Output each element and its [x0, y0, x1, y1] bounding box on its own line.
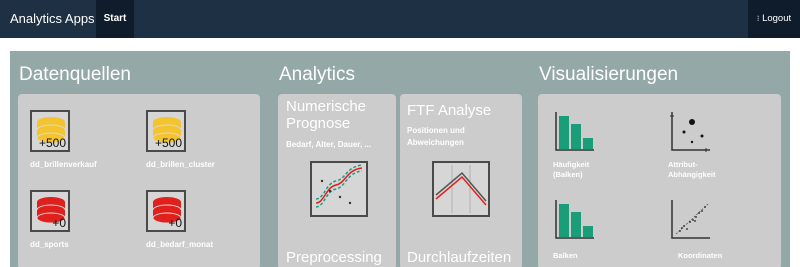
visualization-label[interactable]: Koordinaten	[678, 251, 738, 261]
analytics-card-prognose[interactable]: Numerische Prognose Bedarf, Alter, Dauer…	[278, 94, 396, 267]
logout-label: Logout	[762, 13, 792, 24]
datasource-badge: +500	[38, 136, 66, 150]
top-navbar: Analytics Apps Start ⁝ Logout	[0, 0, 800, 38]
bar-chart-icon[interactable]	[554, 198, 596, 240]
tab-start[interactable]: Start	[96, 0, 134, 38]
visualization-label[interactable]: Attribut-Abhängigkeit	[668, 160, 728, 180]
datasource-label[interactable]: dd_brillenverkauf	[30, 160, 97, 169]
analytics-card-subtitle: Bedarf, Alter, Dauer, ...	[286, 140, 372, 149]
main-panel: Datenquellen +500 dd_brillenverkauf +500	[10, 51, 790, 267]
analytics-card-title: Numerische Prognose	[286, 98, 367, 132]
bar-chart-icon[interactable]	[554, 110, 596, 152]
datasource-badge: +0	[168, 216, 182, 230]
scatter-plot-icon[interactable]	[670, 110, 712, 152]
datasource-badge: +500	[154, 136, 182, 150]
visualization-label[interactable]: Balken	[553, 251, 613, 261]
visualisierungen-card: Häufigkeit (Balken) Attribut-Abhängigkei…	[538, 94, 781, 267]
datasource-item-brillen-cluster[interactable]: +500	[146, 110, 186, 152]
visualization-label[interactable]: Häufigkeit (Balken)	[553, 160, 613, 180]
datenquellen-card: +500 dd_brillenverkauf +500 dd_brillen_c…	[18, 94, 260, 267]
analytics-card-subtitle: Positionen und Abweichungen	[407, 126, 465, 147]
datasource-item-sports[interactable]: +0	[30, 190, 70, 232]
analytics-card-title[interactable]: Durchlaufzeiten	[407, 249, 525, 266]
datasource-label[interactable]: dd_brillen_cluster	[146, 160, 215, 169]
section-title-analytics: Analytics	[279, 64, 356, 85]
logout-icon: ⁝	[756, 14, 760, 23]
section-title-datenquellen: Datenquellen	[19, 64, 131, 85]
analytics-card-title[interactable]: Preprocessing	[286, 249, 396, 266]
datasource-item-bedarf-monat[interactable]: +0	[146, 190, 186, 232]
analytics-card-ftf[interactable]: FTF Analyse Positionen und Abweichungen …	[400, 94, 522, 267]
app-brand[interactable]: Analytics Apps	[10, 0, 95, 38]
scatter-trend-icon[interactable]	[670, 198, 712, 240]
logout-button[interactable]: ⁝ Logout	[748, 0, 800, 38]
forecast-chart-icon	[310, 161, 368, 217]
analytics-card-title: FTF Analyse	[407, 102, 492, 119]
datasource-label[interactable]: dd_sports	[30, 240, 69, 249]
line-chart-icon	[432, 161, 490, 217]
section-title-visualisierungen: Visualisierungen	[539, 64, 679, 85]
datasource-label[interactable]: dd_bedarf_monat	[146, 240, 213, 249]
datasource-badge: +0	[52, 216, 66, 230]
datasource-item-brillenverkauf[interactable]: +500	[30, 110, 70, 152]
